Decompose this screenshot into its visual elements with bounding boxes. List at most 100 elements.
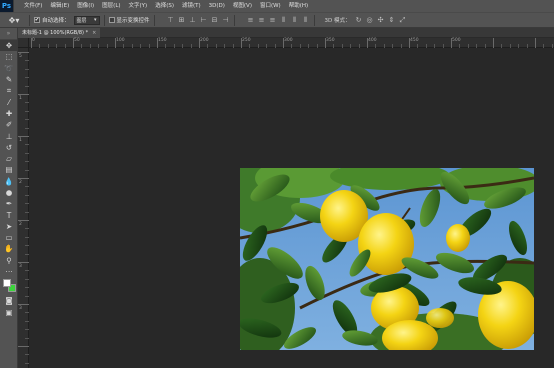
horizontal-ruler[interactable]: 0 50 100 150 200 250 300 350 400 450 500 — [29, 38, 554, 48]
clone-stamp-tool-icon[interactable]: ⊥ — [0, 130, 18, 141]
ruler-label: 1 — [19, 138, 22, 143]
show-transform-label: 显示变换控件 — [116, 18, 150, 24]
slide-3d-icon[interactable]: ⇕ — [388, 16, 396, 24]
menu-edit[interactable]: 编辑(E) — [46, 0, 73, 12]
align-hcenter-icon[interactable]: ⊟ — [211, 16, 219, 24]
screen-mode-icon[interactable]: ▣ — [0, 307, 18, 318]
blur-tool-icon[interactable]: 💧 — [0, 176, 18, 187]
menu-file[interactable]: 文件(F) — [20, 0, 46, 12]
options-bar: ✥▾ ✔ 自动选择： 图层 ▾ 显示变换控件 ⊤ ⊞ ⊥ ⊢ ⊟ ⊣ ≡ ≡ ≡… — [0, 12, 554, 28]
move-tool-icon[interactable]: ✥▾ — [3, 14, 25, 27]
eyedropper-tool-icon[interactable]: ⁄ — [0, 96, 18, 107]
ruler-label: 300 — [284, 38, 293, 43]
ruler-tick — [18, 304, 29, 305]
crop-tool-icon[interactable]: ⌗ — [0, 85, 18, 96]
roll-3d-icon[interactable]: ◎ — [366, 16, 374, 24]
distribute-buttons: ≡ ≡ ≡ ⦀ ⦀ ⦀ — [247, 16, 310, 25]
divider — [313, 14, 315, 26]
menu-type[interactable]: 文字(Y) — [125, 0, 152, 12]
panel-grip-icon[interactable]: » — [0, 28, 17, 40]
ruler-tick — [535, 38, 536, 48]
checkbox-box[interactable]: ✔ — [34, 17, 40, 23]
eraser-tool-icon[interactable]: ▱ — [0, 153, 18, 164]
more-tools-icon[interactable]: ⋯ — [0, 266, 18, 277]
dropdown-value: 图层 — [76, 17, 87, 24]
menu-image[interactable]: 图像(I) — [73, 0, 98, 12]
divider — [153, 14, 155, 26]
ruler-label: 200 — [200, 38, 209, 43]
ruler-label: 350 — [326, 38, 335, 43]
path-select-tool-icon[interactable]: ➤ — [0, 221, 18, 232]
ruler-label: 450 — [410, 38, 419, 43]
distribute-hcenter-icon[interactable]: ⦀ — [291, 16, 299, 24]
menu-help[interactable]: 帮助(H) — [285, 0, 312, 12]
menu-window[interactable]: 窗口(W) — [256, 0, 285, 12]
ruler-label: 500 — [452, 38, 461, 43]
vertical-ruler[interactable]: 5 1 1 2 2 3 3 — [18, 48, 29, 368]
shape-tool-icon[interactable]: ▭ — [0, 232, 18, 243]
document-canvas-image[interactable] — [240, 168, 534, 350]
3d-mode-buttons: ↻ ◎ ✣ ⇕ ⤢ — [355, 16, 407, 25]
menu-layer[interactable]: 图层(L) — [98, 0, 124, 12]
3d-mode-label: 3D 模式： — [324, 18, 351, 24]
hand-tool-icon[interactable]: ✋ — [0, 243, 18, 254]
divider — [29, 14, 30, 26]
lasso-tool-icon[interactable]: ➰ — [0, 63, 18, 74]
color-swatches — [0, 277, 18, 295]
rotate-3d-icon[interactable]: ↻ — [355, 16, 363, 24]
menu-view[interactable]: 视图(V) — [229, 0, 256, 12]
align-vcenter-icon[interactable]: ⊞ — [178, 16, 186, 24]
distribute-vcenter-icon[interactable]: ≡ — [258, 16, 266, 24]
ruler-label: 2 — [19, 180, 22, 185]
brush-tool-icon[interactable]: ✐ — [0, 119, 18, 130]
ruler-label: 50 — [74, 38, 80, 43]
align-right-icon[interactable]: ⊣ — [222, 16, 230, 24]
distribute-bottom-icon[interactable]: ≡ — [269, 16, 277, 24]
menu-bar: Ps 文件(F) 编辑(E) 图像(I) 图层(L) 文字(Y) 选择(S) 滤… — [0, 0, 554, 12]
foreground-color-swatch[interactable] — [3, 279, 11, 288]
quick-mask-icon[interactable]: ◙ — [0, 295, 18, 306]
lemon-tree-photo — [240, 168, 534, 350]
history-brush-tool-icon[interactable]: ↺ — [0, 142, 18, 153]
marquee-tool-icon[interactable]: ⬚ — [0, 51, 18, 62]
show-transform-controls-checkbox[interactable]: 显示变换控件 — [108, 16, 150, 24]
healing-brush-tool-icon[interactable]: ✚ — [0, 108, 18, 119]
document-tab[interactable]: 未标题-1 @ 100%(RGB/8) * × — [18, 28, 101, 38]
photoshop-logo: Ps — [0, 0, 14, 12]
menu-3d[interactable]: 3D(D) — [205, 0, 229, 12]
ruler-origin[interactable] — [18, 38, 29, 48]
close-icon[interactable]: × — [92, 28, 96, 38]
zoom-tool-icon[interactable]: ⚲ — [0, 255, 18, 266]
gradient-tool-icon[interactable]: ▤ — [0, 164, 18, 175]
dodge-tool-icon[interactable]: ● — [0, 187, 18, 198]
align-top-icon[interactable]: ⊤ — [167, 16, 175, 24]
ruler-tick — [18, 94, 29, 95]
quick-select-tool-icon[interactable]: ✎ — [0, 74, 18, 85]
scale-3d-icon[interactable]: ⤢ — [399, 16, 407, 24]
auto-select-target-dropdown[interactable]: 图层 ▾ — [73, 15, 100, 25]
move-tool-icon[interactable]: ✥ — [0, 40, 18, 52]
distribute-top-icon[interactable]: ≡ — [247, 16, 255, 24]
menu-items: 文件(F) 编辑(E) 图像(I) 图层(L) 文字(Y) 选择(S) 滤镜(T… — [20, 0, 312, 12]
menu-filter[interactable]: 滤镜(T) — [178, 0, 205, 12]
checkbox-box[interactable] — [108, 17, 115, 23]
pen-tool-icon[interactable]: ✒ — [0, 198, 18, 209]
align-left-icon[interactable]: ⊢ — [200, 16, 208, 24]
ruler-label: 3 — [19, 306, 22, 311]
ruler-label: 100 — [116, 38, 125, 43]
ruler-label: 400 — [368, 38, 377, 43]
ruler-label: 1 — [19, 96, 22, 101]
ruler-tick — [18, 346, 29, 347]
align-bottom-icon[interactable]: ⊥ — [189, 16, 197, 24]
chevron-down-icon: ▾ — [94, 17, 97, 23]
drag-3d-icon[interactable]: ✣ — [377, 16, 385, 24]
distribute-left-icon[interactable]: ⦀ — [280, 16, 288, 24]
distribute-right-icon[interactable]: ⦀ — [302, 16, 310, 24]
menu-select[interactable]: 选择(S) — [151, 0, 178, 12]
divider — [233, 14, 235, 26]
auto-select-checkbox[interactable]: ✔ 自动选择： — [34, 16, 70, 24]
ruler-tick — [493, 38, 494, 48]
type-tool-icon[interactable]: T — [0, 209, 18, 220]
ruler-label: 150 — [158, 38, 167, 43]
document-tab-title: 未标题-1 @ 100%(RGB/8) * — [22, 30, 89, 36]
